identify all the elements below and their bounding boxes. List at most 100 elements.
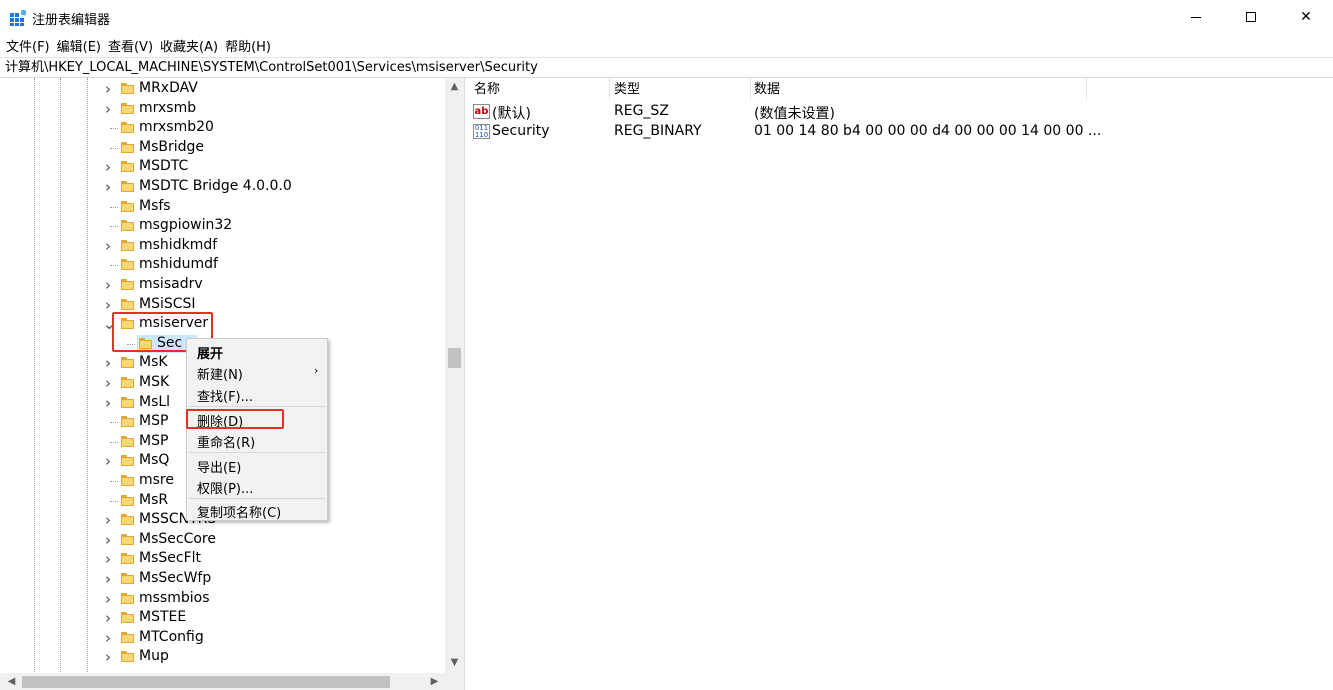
tree-node-label: MsQ: [139, 452, 170, 469]
tree-node-label: MsBridge: [139, 138, 205, 155]
close-button[interactable]: ✕: [1283, 0, 1329, 34]
tree-node[interactable]: MsBridge: [0, 138, 445, 158]
menu-favorites[interactable]: 收藏夹(A): [160, 36, 218, 55]
context-item-permissions[interactable]: 权限(P)...: [197, 478, 253, 497]
tree-node[interactable]: mrxsmb20: [0, 118, 445, 138]
address-bar[interactable]: 计算机\HKEY_LOCAL_MACHINE\SYSTEM\ControlSet…: [0, 57, 1333, 78]
tree-connector: [110, 500, 118, 502]
scroll-thumb-horizontal[interactable]: [22, 676, 390, 688]
tree-node[interactable]: › MSiSCSI: [0, 295, 445, 315]
context-item-expand[interactable]: 展开: [197, 343, 223, 362]
tree-node[interactable]: › msisadrv: [0, 275, 445, 295]
context-item-copy-key-name[interactable]: 复制项名称(C): [197, 502, 281, 521]
expand-arrow-icon[interactable]: ›: [103, 101, 113, 116]
tree-connector: [110, 422, 118, 424]
list-item[interactable]: 011 110 Security REG_BINARY 01 00 14 80 …: [471, 121, 1333, 141]
tree-node[interactable]: › Mup: [0, 647, 445, 667]
minimize-icon: [1191, 16, 1201, 18]
tree-node-label: MsK: [139, 354, 168, 371]
folder-icon: [121, 200, 134, 212]
expand-arrow-icon[interactable]: ›: [103, 591, 113, 606]
tree-node[interactable]: mshidumdf: [0, 255, 445, 275]
scroll-right-icon[interactable]: ▶: [426, 673, 443, 690]
tree-node-label: MTConfig: [139, 628, 204, 645]
column-header-name[interactable]: 名称: [471, 78, 500, 100]
scroll-left-icon[interactable]: ◀: [3, 673, 20, 690]
tree-connector: [110, 206, 118, 208]
expand-arrow-icon[interactable]: ›: [103, 454, 113, 469]
expand-arrow-icon[interactable]: ›: [103, 395, 113, 410]
tree-node[interactable]: › mrxsmb: [0, 99, 445, 119]
scroll-down-icon[interactable]: ▼: [445, 654, 464, 671]
folder-icon: [121, 573, 134, 584]
context-item-rename[interactable]: 重命名(R): [197, 432, 255, 451]
tree-node-label: MSiSCSI: [139, 295, 196, 312]
tree-node[interactable]: › mssmbios: [0, 589, 445, 609]
menu-separator: [189, 452, 325, 453]
tree-node-label: MsLl: [139, 393, 171, 410]
context-item-export[interactable]: 导出(E): [197, 457, 241, 476]
value-name: Security: [492, 123, 550, 139]
expand-arrow-icon[interactable]: ›: [103, 552, 113, 567]
folder-icon: [121, 494, 134, 506]
tree-node[interactable]: › MSTEE: [0, 608, 445, 628]
tree-node[interactable]: › MSDTC: [0, 157, 445, 177]
tree-node-label: MSDTC Bridge 4.0.0.0: [139, 178, 292, 194]
expand-arrow-icon[interactable]: ›: [103, 650, 113, 665]
column-header-data[interactable]: 数据: [751, 78, 780, 100]
folder-icon: [121, 102, 134, 114]
context-item-find[interactable]: 查找(F)...: [197, 386, 253, 405]
scroll-thumb[interactable]: [448, 348, 461, 368]
tree-node[interactable]: ⌄ msiserver: [0, 314, 445, 334]
binary-value-icon: 011 110: [473, 124, 490, 139]
menu-help[interactable]: 帮助(H): [225, 36, 271, 55]
tree-node[interactable]: › MTConfig: [0, 628, 445, 648]
expand-arrow-icon[interactable]: ›: [103, 160, 113, 175]
column-separator[interactable]: [609, 78, 610, 100]
expand-arrow-icon[interactable]: ›: [103, 513, 113, 528]
tree-node[interactable]: › MRxDAV: [0, 79, 445, 99]
folder-icon: [121, 416, 134, 428]
value-data: 01 00 14 80 b4 00 00 00 d4 00 00 00 14 0…: [754, 123, 1102, 139]
tree-node-label: MsSecWfp: [139, 570, 212, 586]
tree-node[interactable]: › mshidkmdf: [0, 236, 445, 256]
menu-view[interactable]: 查看(V): [108, 36, 153, 55]
column-header-type[interactable]: 类型: [611, 78, 640, 100]
menu-file[interactable]: 文件(F): [6, 36, 50, 55]
minimize-button[interactable]: [1173, 0, 1219, 34]
menu-separator: [189, 498, 325, 499]
submenu-arrow-icon: ›: [314, 364, 319, 377]
tree-node[interactable]: Msfs: [0, 197, 445, 217]
tree-node[interactable]: › MsSecWfp: [0, 569, 445, 589]
expand-arrow-icon[interactable]: ›: [103, 572, 113, 587]
tree-node[interactable]: msgpiowin32: [0, 216, 445, 236]
list-item[interactable]: ab (默认) REG_SZ (数值未设置): [471, 101, 1333, 122]
expand-arrow-icon[interactable]: ›: [103, 376, 113, 391]
tree-node[interactable]: › MsSecFlt: [0, 549, 445, 569]
value-type: REG_BINARY: [614, 123, 702, 139]
tree-connector: [110, 226, 118, 228]
tree-node-label: MRxDAV: [139, 80, 198, 96]
folder-icon: [121, 514, 134, 526]
expand-arrow-icon[interactable]: ›: [103, 297, 113, 312]
expand-arrow-icon[interactable]: ›: [103, 611, 113, 626]
folder-icon: [121, 259, 134, 271]
folder-icon: [121, 298, 134, 310]
tree-node[interactable]: › MSDTC Bridge 4.0.0.0: [0, 177, 445, 197]
expand-arrow-icon[interactable]: ›: [103, 532, 113, 547]
expand-arrow-icon[interactable]: ›: [103, 278, 113, 293]
menu-edit[interactable]: 编辑(E): [57, 36, 101, 55]
expand-arrow-icon[interactable]: ›: [103, 180, 113, 195]
maximize-button[interactable]: [1228, 0, 1274, 34]
tree-node-label: MSDTC: [139, 158, 189, 175]
tree-horizontal-scrollbar[interactable]: ◀ ▶: [0, 673, 445, 690]
scroll-up-icon[interactable]: ▲: [445, 78, 464, 95]
expand-arrow-icon[interactable]: ›: [103, 238, 113, 253]
expand-arrow-icon[interactable]: ›: [103, 356, 113, 371]
expand-arrow-icon[interactable]: ›: [103, 630, 113, 645]
expand-arrow-icon[interactable]: ›: [103, 82, 113, 97]
tree-vertical-scrollbar[interactable]: ▲ ▼: [445, 78, 464, 673]
context-item-new[interactable]: 新建(N): [197, 364, 243, 383]
tree-node[interactable]: › MsSecCore: [0, 530, 445, 550]
column-separator[interactable]: [1086, 78, 1087, 100]
